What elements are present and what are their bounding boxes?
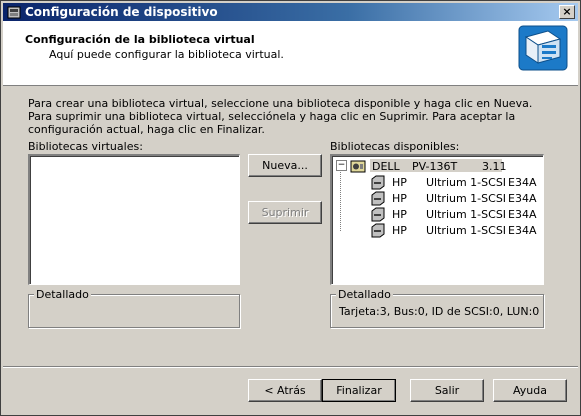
- drive-vendor: HP: [392, 224, 407, 237]
- available-detail-text: Tarjeta:3, Bus:0, ID de SCSI:0, LUN:0: [339, 305, 540, 318]
- exit-button[interactable]: Salir: [410, 379, 484, 402]
- drive-model: Ultrium 1-SCSI: [426, 208, 507, 221]
- tape-drive-icon: [371, 207, 385, 222]
- footer-divider: [3, 366, 578, 368]
- tape-library-graphic-icon: [518, 25, 568, 71]
- delete-button[interactable]: Suprimir: [248, 201, 322, 224]
- header-subtitle: Aquí puede configurar la biblioteca virt…: [49, 48, 284, 61]
- header-title: Configuración de la biblioteca virtual: [25, 33, 255, 46]
- tree-item-drive[interactable]: HP Ultrium 1-SCSI E34A: [356, 174, 546, 190]
- device-configuration-window: Configuración de dispositivo × Configura…: [0, 0, 581, 416]
- tree-item-drive[interactable]: HP Ultrium 1-SCSI E34A: [356, 222, 546, 238]
- window-title: Configuración de dispositivo: [25, 5, 218, 19]
- tape-drive-icon: [371, 223, 385, 238]
- new-button[interactable]: Nueva...: [248, 154, 322, 177]
- back-button[interactable]: < Atrás: [248, 379, 322, 402]
- tree-item-drive[interactable]: HP Ultrium 1-SCSI E34A: [356, 206, 546, 222]
- drive-model: Ultrium 1-SCSI: [426, 224, 507, 237]
- drive-model: Ultrium 1-SCSI: [426, 176, 507, 189]
- finish-button[interactable]: Finalizar: [322, 379, 396, 402]
- drive-revision: E34A: [508, 192, 537, 205]
- tree-item-drive[interactable]: HP Ultrium 1-SCSI E34A: [356, 190, 546, 206]
- tree-expander[interactable]: −: [336, 160, 347, 171]
- available-detail-group: Detallado Tarjeta:3, Bus:0, ID de SCSI:0…: [330, 288, 544, 328]
- drive-vendor: HP: [392, 208, 407, 221]
- drive-revision: E34A: [508, 224, 537, 237]
- available-libraries-label: Bibliotecas disponibles:: [330, 140, 460, 153]
- drive-revision: E34A: [508, 208, 537, 221]
- help-button[interactable]: Ayuda: [493, 379, 567, 402]
- media-changer-icon: [7, 6, 21, 19]
- available-detail-legend: Detallado: [336, 288, 393, 301]
- tape-drive-icon: [371, 175, 385, 190]
- drive-vendor: HP: [392, 176, 407, 189]
- virtual-libraries-list[interactable]: [28, 154, 240, 285]
- library-model: PV-136T: [412, 160, 458, 173]
- wizard-header: Configuración de la biblioteca virtual A…: [3, 21, 578, 86]
- virtual-detail-group: Detallado: [28, 288, 240, 328]
- virtual-libraries-label: Bibliotecas virtuales:: [28, 140, 143, 153]
- close-button[interactable]: ×: [559, 5, 575, 19]
- title-bar[interactable]: Configuración de dispositivo ×: [3, 3, 578, 21]
- available-libraries-tree[interactable]: − DELL PV-136T 3.11 HP Ultrium 1-SCSI E3…: [330, 154, 544, 285]
- instructions-text: Para crear una biblioteca virtual, selec…: [28, 97, 533, 136]
- library-revision: 3.11: [482, 160, 507, 173]
- drive-vendor: HP: [392, 192, 407, 205]
- library-vendor: DELL: [372, 160, 400, 173]
- drive-revision: E34A: [508, 176, 537, 189]
- virtual-detail-legend: Detallado: [34, 288, 91, 301]
- drive-model: Ultrium 1-SCSI: [426, 192, 507, 205]
- tape-drive-icon: [371, 191, 385, 206]
